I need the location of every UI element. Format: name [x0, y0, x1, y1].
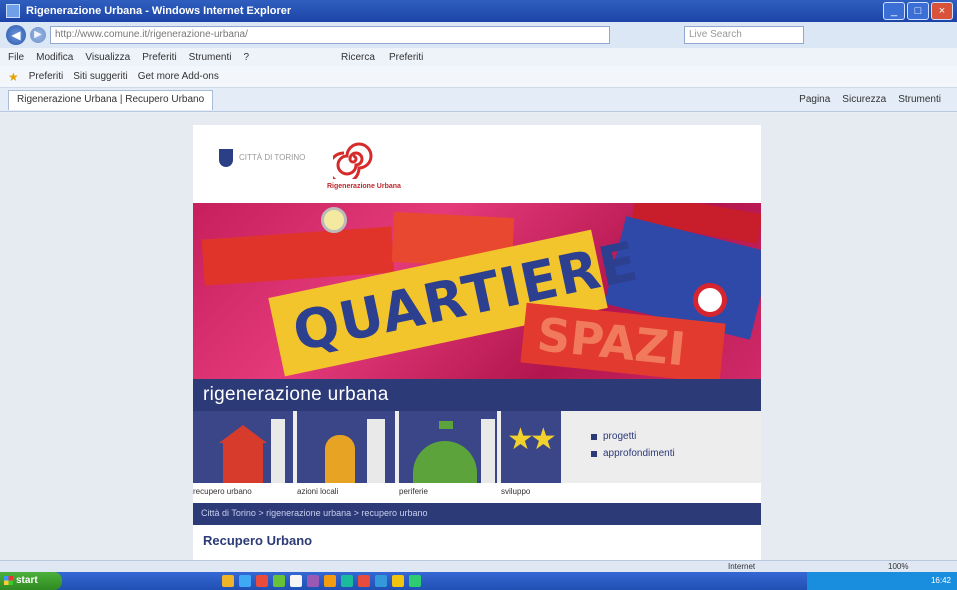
web-page: CITTÀ DI TORINO Rigenerazione Urbana QUA…	[193, 125, 761, 560]
city-crest-icon[interactable]	[219, 149, 233, 167]
flag-icon	[439, 421, 453, 429]
collage-dot-icon	[321, 207, 347, 233]
window-titlebar: Rigenerazione Urbana - Windows Internet …	[0, 0, 957, 22]
target-dot-icon	[693, 283, 727, 317]
start-button[interactable]: start	[0, 572, 62, 590]
windows-flag-icon	[4, 576, 13, 585]
house-icon	[223, 441, 263, 483]
favorites-button[interactable]: Preferiti	[29, 71, 63, 82]
menu-item-favorites[interactable]: Preferiti	[142, 52, 176, 63]
addons-link[interactable]: Get more Add-ons	[138, 71, 219, 82]
breadcrumb[interactable]: Città di Torino > rigenerazione urbana >…	[193, 503, 761, 525]
app-icon[interactable]	[392, 575, 404, 587]
minimize-button[interactable]: _	[883, 2, 905, 20]
toolbar: Ricerca Preferiti	[341, 52, 423, 63]
quick-links: progetti approfondimenti	[591, 431, 675, 465]
system-tray: 16:42	[807, 572, 957, 590]
tile-stripe	[481, 419, 495, 483]
tile-stripe	[367, 419, 385, 483]
menu-item-edit[interactable]: Modifica	[36, 52, 73, 63]
clock[interactable]: 16:42	[931, 576, 951, 585]
quick-link-item[interactable]: progetti	[591, 431, 675, 442]
browser-viewport: CITTÀ DI TORINO Rigenerazione Urbana QUA…	[0, 113, 957, 560]
nav-tile-periferie[interactable]	[399, 411, 497, 483]
logo-caption: Rigenerazione Urbana	[327, 183, 401, 190]
hero-banner: QUARTIERE SPAZI	[193, 203, 761, 379]
zoom-level[interactable]: 100%	[888, 562, 908, 571]
site-title-band: rigenerazione urbana	[193, 379, 761, 411]
app-icon[interactable]	[409, 575, 421, 587]
app-icon[interactable]	[222, 575, 234, 587]
toolbar-favorites-button[interactable]: Preferiti	[389, 52, 423, 63]
tools-menu-button[interactable]: Strumenti	[898, 94, 941, 105]
nav-tile-labels: recupero urbano azioni locali periferie …	[193, 485, 761, 499]
menu-item-file[interactable]: File	[8, 52, 24, 63]
dome-icon	[413, 441, 477, 483]
app-icon[interactable]	[358, 575, 370, 587]
spiral-logo-icon[interactable]	[333, 139, 373, 179]
bullet-icon	[591, 450, 597, 457]
bullet-icon	[591, 433, 597, 440]
nav-label-recupero[interactable]: recupero urbano	[193, 487, 252, 496]
nav-label-azioni[interactable]: azioni locali	[297, 487, 338, 496]
tab-current[interactable]: Rigenerazione Urbana | Recupero Urbano	[8, 89, 214, 110]
taskbar: start 16:42	[0, 572, 957, 590]
tab-bar: Rigenerazione Urbana | Recupero Urbano P…	[0, 88, 957, 112]
url-input[interactable]: http://www.comune.it/rigenerazione-urban…	[50, 26, 610, 44]
forward-button[interactable]: ▶	[30, 27, 46, 43]
quick-link-progetti[interactable]: progetti	[603, 431, 636, 442]
menu-bar: File Modifica Visualizza Preferiti Strum…	[0, 48, 957, 66]
app-icon[interactable]	[341, 575, 353, 587]
search-input[interactable]: Live Search	[684, 26, 804, 44]
site-title: rigenerazione urbana	[203, 384, 389, 405]
quick-link-item[interactable]: approfondimenti	[591, 448, 675, 459]
page-menu-button[interactable]: Pagina	[799, 94, 830, 105]
nav-label-periferie[interactable]: periferie	[399, 487, 428, 496]
back-button[interactable]: ◀	[6, 25, 26, 45]
app-icon[interactable]	[273, 575, 285, 587]
nav-tile-sviluppo[interactable]: ★★	[501, 411, 561, 483]
window-title: Rigenerazione Urbana - Windows Internet …	[26, 5, 292, 17]
stars-icon: ★★	[507, 423, 557, 456]
city-logo-text[interactable]: CITTÀ DI TORINO	[239, 153, 305, 162]
address-bar: ◀ ▶ http://www.comune.it/rigenerazione-u…	[0, 22, 957, 48]
app-icon[interactable]	[256, 575, 268, 587]
close-button[interactable]: ×	[931, 2, 953, 20]
star-icon: ★	[8, 69, 19, 84]
quick-launch	[222, 575, 421, 587]
favorites-bar: ★ Preferiti Siti suggeriti Get more Add-…	[0, 66, 957, 88]
section-nav: ★★ progetti approfondimenti	[193, 411, 761, 483]
nav-tile-azioni[interactable]	[297, 411, 395, 483]
app-icon[interactable]	[307, 575, 319, 587]
quick-link-approfondimenti[interactable]: approfondimenti	[603, 448, 675, 459]
security-zone: Internet	[728, 562, 756, 571]
command-bar: Pagina Sicurezza Strumenti	[799, 94, 957, 105]
toolbar-search-button[interactable]: Ricerca	[341, 52, 375, 63]
app-icon[interactable]	[324, 575, 336, 587]
suggested-sites-link[interactable]: Siti suggeriti	[73, 71, 127, 82]
maximize-button[interactable]: □	[907, 2, 929, 20]
site-header: CITTÀ DI TORINO Rigenerazione Urbana	[193, 125, 761, 203]
app-icon[interactable]	[375, 575, 387, 587]
menu-item-tools[interactable]: Strumenti	[189, 52, 232, 63]
security-menu-button[interactable]: Sicurezza	[842, 94, 886, 105]
app-icon[interactable]	[239, 575, 251, 587]
person-icon	[325, 435, 355, 483]
app-icon[interactable]	[290, 575, 302, 587]
ie-icon	[6, 4, 20, 18]
status-bar: Internet 100%	[0, 560, 957, 572]
menu-item-help[interactable]: ?	[243, 52, 249, 63]
nav-tile-recupero[interactable]	[193, 411, 293, 483]
page-title: Recupero Urbano	[203, 533, 313, 548]
window-controls: _ □ ×	[883, 2, 953, 20]
start-label: start	[16, 575, 38, 586]
nav-label-sviluppo[interactable]: sviluppo	[501, 487, 530, 496]
menu-item-view[interactable]: Visualizza	[85, 52, 130, 63]
tile-stripe	[271, 419, 285, 483]
